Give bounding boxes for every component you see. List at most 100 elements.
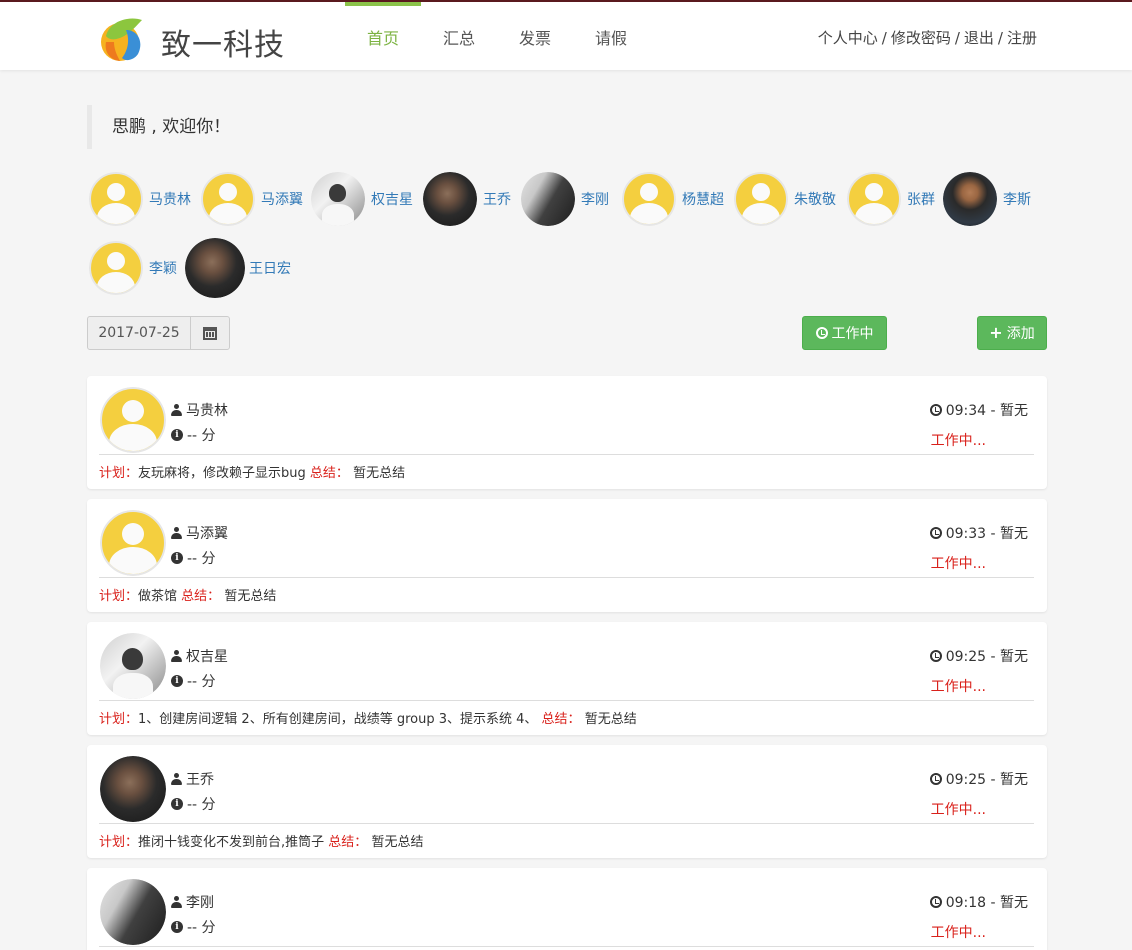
record-score-value: -- 分	[187, 797, 216, 813]
record-status: 工作中...	[930, 802, 986, 818]
record-score-value: -- 分	[187, 551, 216, 567]
plan-label: 计划：	[99, 466, 139, 481]
member-item[interactable]: 王日宏	[185, 237, 291, 299]
summary-text: 暂无总结	[224, 589, 277, 604]
plan-label: 计划：	[99, 589, 139, 604]
record-time-value: 09:33 - 暂无	[945, 526, 1028, 542]
record-time: 09:33 - 暂无	[929, 523, 1028, 543]
info-icon: i	[171, 798, 183, 810]
member-name[interactable]: 马添翼	[261, 189, 303, 209]
record-time: 09:25 - 暂无	[929, 646, 1028, 666]
member-name[interactable]: 权吉星	[371, 189, 413, 209]
summary-text: 暂无总结	[353, 466, 406, 481]
member-item[interactable]: 马贵林	[89, 168, 191, 230]
member-name[interactable]: 王日宏	[249, 258, 291, 278]
record-score: i -- 分	[171, 548, 216, 568]
member-name[interactable]: 朱敬敬	[794, 189, 836, 209]
avatar-photo	[100, 879, 166, 945]
calendar-button[interactable]	[191, 317, 229, 349]
main-nav: 首页 汇总 发票 请假	[345, 2, 649, 70]
member-item[interactable]: 李斯	[943, 168, 1031, 230]
plan-label: 计划：	[99, 712, 139, 727]
nav-leave[interactable]: 请假	[573, 2, 649, 70]
summary-text: 暂无总结	[371, 835, 424, 850]
brand-name[interactable]: 致一科技	[161, 20, 285, 64]
link-change-password[interactable]: 修改密码	[891, 29, 951, 47]
member-item[interactable]: 李颖	[89, 237, 177, 299]
clock-icon	[929, 773, 942, 785]
avatar	[100, 879, 166, 945]
working-button[interactable]: 工作中	[802, 316, 887, 350]
record-user-name: 李刚	[186, 895, 214, 911]
avatar-photo	[100, 756, 166, 822]
avatar	[185, 238, 245, 298]
divider	[99, 823, 1034, 824]
clock-icon	[929, 650, 942, 662]
clock-icon	[929, 404, 942, 416]
user-icon	[171, 527, 182, 539]
info-icon: i	[171, 429, 183, 441]
member-name[interactable]: 李斯	[1003, 189, 1031, 209]
link-separator: /	[881, 29, 887, 47]
record-score: i -- 分	[171, 425, 216, 445]
member-name[interactable]: 李颖	[149, 258, 177, 278]
nav-invoice[interactable]: 发票	[497, 2, 573, 70]
working-button-label: 工作中	[831, 326, 874, 342]
record-card: 权吉星 i -- 分 09:25 - 暂无 工作中... 计划：1、创建房间逻辑 …	[87, 622, 1047, 735]
link-logout[interactable]: 退出	[964, 29, 994, 47]
avatar-photo	[423, 172, 477, 226]
record-time: 09:25 - 暂无	[929, 769, 1028, 789]
summary-label: 总结：	[328, 835, 368, 850]
date-picker[interactable]: 2017-07-25	[87, 316, 230, 350]
nav-home[interactable]: 首页	[345, 2, 421, 70]
link-profile[interactable]: 个人中心	[818, 29, 878, 47]
link-register[interactable]: 注册	[1007, 29, 1037, 47]
member-item[interactable]: 张群	[847, 168, 935, 230]
member-name[interactable]: 王乔	[483, 189, 511, 209]
member-name[interactable]: 杨慧超	[682, 189, 724, 209]
plan-text: 友玩麻将，修改赖子显示bug	[138, 466, 306, 481]
member-item[interactable]: 李刚	[521, 168, 609, 230]
record-user: 权吉星	[171, 646, 228, 666]
user-icon	[171, 650, 182, 662]
record-user: 王乔	[171, 769, 214, 789]
record-user-name: 马贵林	[186, 403, 228, 419]
member-item[interactable]: 朱敬敬	[734, 168, 836, 230]
avatar	[89, 241, 143, 295]
date-input[interactable]: 2017-07-25	[88, 317, 191, 349]
record-plan-summary: 计划：做茶馆 总结： 暂无总结	[99, 585, 276, 604]
link-separator: /	[954, 29, 960, 47]
user-icon	[171, 896, 182, 908]
member-name[interactable]: 李刚	[581, 189, 609, 209]
member-item[interactable]: 王乔	[423, 168, 511, 230]
avatar-placeholder-icon	[847, 172, 901, 226]
record-user-name: 权吉星	[186, 649, 228, 665]
record-user: 马添翼	[171, 523, 228, 543]
member-item[interactable]: 杨慧超	[622, 168, 724, 230]
record-time: 09:34 - 暂无	[929, 400, 1028, 420]
record-score-value: -- 分	[187, 920, 216, 936]
member-item[interactable]: 权吉星	[311, 168, 413, 230]
divider	[99, 454, 1034, 455]
avatar-photo	[100, 633, 166, 699]
avatar-placeholder-icon	[622, 172, 676, 226]
info-icon: i	[171, 675, 183, 687]
member-item[interactable]: 马添翼	[201, 168, 303, 230]
record-time: 09:18 - 暂无	[929, 892, 1028, 912]
avatar	[89, 172, 143, 226]
add-button[interactable]: + 添加	[977, 316, 1047, 350]
divider	[99, 946, 1034, 947]
company-logo[interactable]	[96, 12, 148, 64]
record-score: i -- 分	[171, 671, 216, 691]
member-name[interactable]: 张群	[907, 189, 935, 209]
summary-label: 总结：	[541, 712, 581, 727]
record-user: 李刚	[171, 892, 214, 912]
nav-summary[interactable]: 汇总	[421, 2, 497, 70]
avatar	[943, 172, 997, 226]
calendar-icon	[203, 326, 217, 340]
member-name[interactable]: 马贵林	[149, 189, 191, 209]
link-separator: /	[997, 29, 1003, 47]
clock-icon	[929, 896, 942, 908]
record-card: 马添翼 i -- 分 09:33 - 暂无 工作中... 计划：做茶馆 总结： 暂…	[87, 499, 1047, 612]
plan-text: 推闭十钱变化不发到前台,推筒子	[138, 835, 325, 850]
